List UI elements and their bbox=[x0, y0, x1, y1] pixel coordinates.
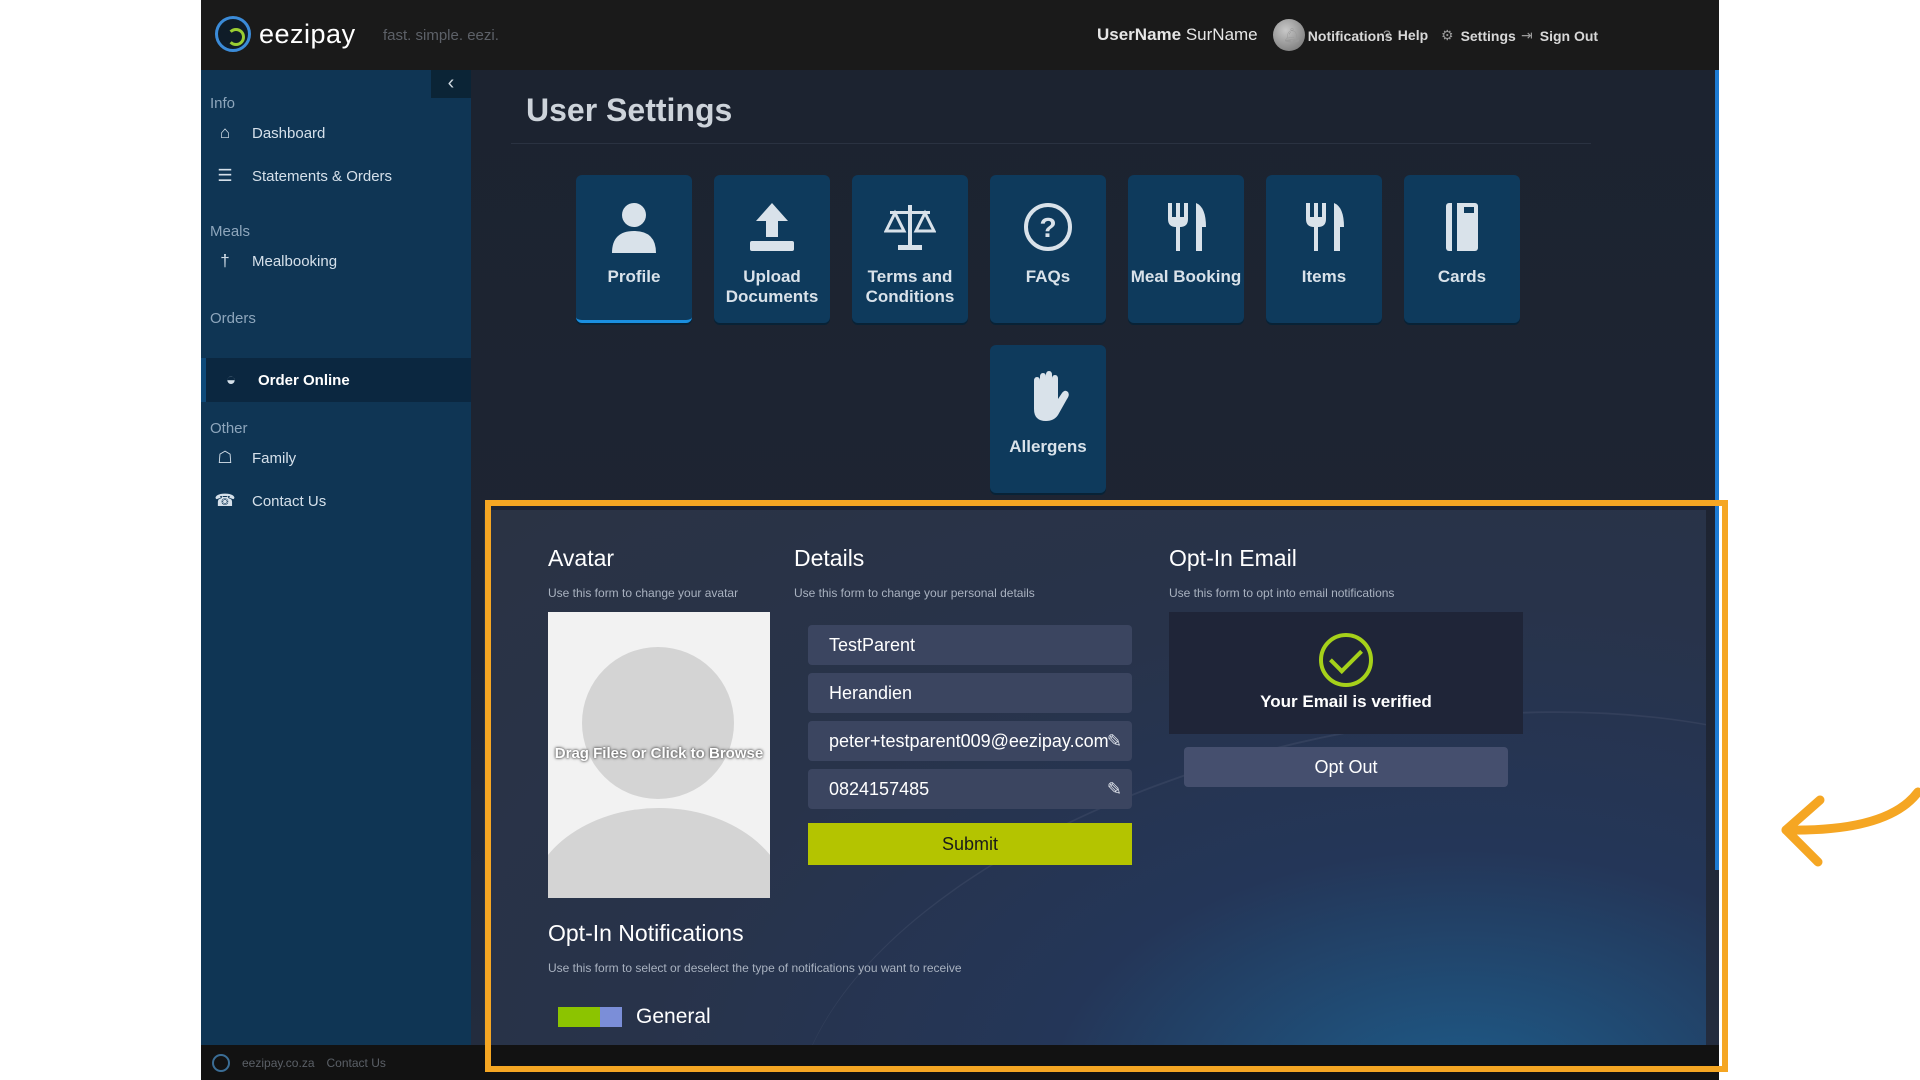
pointer-arrow-icon bbox=[1781, 787, 1920, 867]
help-link[interactable]: ? Help bbox=[1383, 27, 1428, 43]
sidebar-item-label: Dashboard bbox=[252, 124, 326, 142]
footer-domain[interactable]: eezipay.co.za bbox=[242, 1056, 315, 1070]
sidebar-item-order-online[interactable]: ◒ Order Online bbox=[201, 358, 471, 402]
svg-text:?: ? bbox=[1039, 212, 1056, 243]
list-icon: ☰ bbox=[217, 166, 233, 185]
sign-out-link[interactable]: ⇥ Sign Out bbox=[1521, 27, 1598, 44]
tile-label: Profile bbox=[607, 267, 661, 286]
title-divider bbox=[511, 143, 1591, 144]
tile-items[interactable]: Items bbox=[1266, 175, 1382, 323]
family-icon: ☖ bbox=[217, 448, 233, 467]
tile-label: Cards bbox=[1437, 267, 1487, 286]
page-title: User Settings bbox=[526, 92, 733, 128]
notifications-label: Notifications bbox=[1307, 27, 1393, 44]
notifications-link[interactable]: 🔔︎ Notifications bbox=[1283, 27, 1393, 44]
sidebar-item-contact-us[interactable]: ☎ Contact Us bbox=[201, 481, 471, 521]
tile-profile[interactable]: Profile bbox=[576, 175, 692, 323]
hand-icon bbox=[990, 369, 1106, 429]
sign-out-label: Sign Out bbox=[1539, 27, 1599, 44]
bell-icon: 🔔︎ bbox=[1283, 27, 1301, 43]
gear-icon: ⚙ bbox=[1441, 27, 1454, 43]
sidebar-item-label: Statements & Orders bbox=[252, 167, 393, 185]
sidebar-item-dashboard[interactable]: ⌂ Dashboard bbox=[201, 113, 471, 153]
help-label: Help bbox=[1397, 27, 1429, 43]
sidebar-item-label: Contact Us bbox=[252, 492, 327, 510]
cutlery-icon: † bbox=[220, 251, 230, 270]
sidebar-item-mealbooking[interactable]: † Mealbooking bbox=[201, 241, 471, 281]
scale-icon bbox=[852, 199, 968, 259]
sidebar-item-family[interactable]: ☖ Family bbox=[201, 438, 471, 478]
tile-label: Upload Documents bbox=[725, 267, 819, 306]
sidebar-heading-orders: Orders bbox=[210, 310, 256, 327]
eezipay-logo-icon bbox=[215, 16, 251, 52]
tile-terms-and-conditions[interactable]: Terms and Conditions bbox=[852, 175, 968, 323]
phone-icon: ☎ bbox=[214, 491, 236, 510]
sidebar-item-label: Family bbox=[252, 449, 297, 467]
cutlery-icon bbox=[1266, 199, 1382, 259]
basket-icon: ◒ bbox=[225, 370, 237, 389]
sidebar-item-label: Mealbooking bbox=[252, 252, 338, 270]
tile-cards[interactable]: Cards bbox=[1404, 175, 1520, 323]
sidebar-heading-info: Info bbox=[210, 95, 236, 112]
highlight-frame bbox=[485, 500, 1728, 1072]
tile-label: Items bbox=[1301, 267, 1347, 286]
tile-label: Terms and Conditions bbox=[865, 267, 955, 306]
settings-link[interactable]: ⚙ Settings bbox=[1441, 27, 1516, 44]
collapse-sidebar-button[interactable]: ‹ bbox=[431, 70, 471, 98]
sidebar-item-statements[interactable]: ☰ Statements & Orders bbox=[201, 156, 471, 196]
question-circle-icon: ? bbox=[990, 199, 1106, 259]
sidebar-heading-other: Other bbox=[210, 420, 248, 437]
tile-allergens[interactable]: Allergens bbox=[990, 345, 1106, 493]
user-icon bbox=[576, 199, 692, 259]
footer-contact[interactable]: Contact Us bbox=[327, 1056, 386, 1070]
tile-label: Allergens bbox=[1009, 437, 1087, 456]
user-first-name: UserName bbox=[1097, 25, 1182, 44]
sign-out-icon: ⇥ bbox=[1521, 27, 1533, 43]
tagline: fast. simple. eezi. bbox=[383, 27, 499, 44]
home-icon: ⌂ bbox=[219, 123, 231, 142]
footer-logo-icon bbox=[212, 1053, 230, 1072]
sidebar-heading-meals: Meals bbox=[210, 223, 251, 240]
question-icon: ? bbox=[1383, 27, 1391, 43]
user-name[interactable]: UserName SurName bbox=[1097, 25, 1258, 45]
sidebar-item-label: Order Online bbox=[258, 371, 350, 389]
settings-label: Settings bbox=[1460, 27, 1516, 44]
cutlery-icon bbox=[1128, 199, 1244, 259]
tile-label: Meal Booking bbox=[1130, 267, 1242, 286]
upload-icon bbox=[714, 199, 830, 259]
tile-faqs[interactable]: ? FAQs bbox=[990, 175, 1106, 323]
user-last-name: SurName bbox=[1181, 25, 1258, 44]
tile-meal-booking[interactable]: Meal Booking bbox=[1128, 175, 1244, 323]
sidebar: ‹ Info ⌂ Dashboard ☰ Statements & Orders… bbox=[201, 70, 471, 1045]
logo[interactable]: eezipay bbox=[215, 16, 356, 52]
card-icon bbox=[1404, 199, 1520, 259]
top-bar: eezipay fast. simple. eezi. UserName Sur… bbox=[201, 0, 1719, 70]
logo-text: eezipay bbox=[259, 18, 356, 49]
tile-label: FAQs bbox=[1025, 267, 1071, 286]
tile-upload-documents[interactable]: Upload Documents bbox=[714, 175, 830, 323]
